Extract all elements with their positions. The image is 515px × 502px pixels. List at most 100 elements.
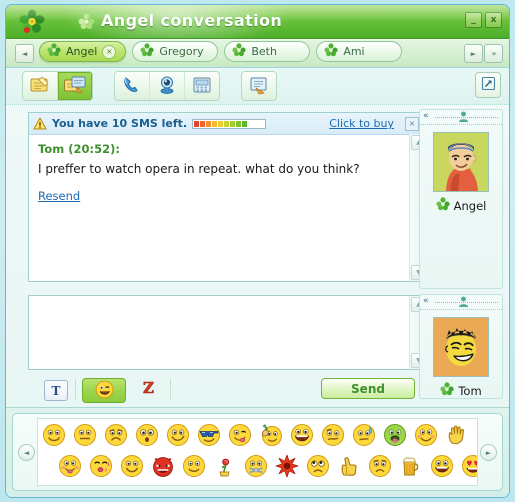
zoom-letter-button[interactable]: Z — [136, 379, 162, 400]
message-input-pane[interactable]: ▲ ▼ — [28, 295, 426, 370]
contact-card-angel: « Angel — [419, 109, 503, 289]
window-title: Angel conversation — [101, 11, 283, 30]
tab-ami[interactable]: Ami — [316, 41, 403, 62]
tab-scroll-left-button[interactable]: ◄ — [15, 44, 34, 63]
emoticon-zipped-mouth[interactable] — [240, 451, 271, 480]
tab-angel[interactable]: Angel × — [39, 41, 127, 62]
emoticon-sweat[interactable] — [348, 420, 379, 449]
emoticon-waving-hand[interactable] — [441, 420, 472, 449]
message-input-value — [29, 296, 30, 297]
emoticon-devil[interactable] — [147, 451, 178, 480]
tab-label: Gregory — [159, 45, 204, 58]
contact-card-header: « — [420, 110, 502, 125]
emoticon-big-grin[interactable] — [426, 451, 457, 480]
collapse-icon[interactable]: « — [423, 112, 429, 121]
phone-icon — [122, 75, 142, 98]
person-icon — [458, 296, 469, 308]
emoticon-worried[interactable] — [364, 451, 395, 480]
emoticon-sick-green[interactable] — [379, 420, 410, 449]
message-sender: Tom (20:52): — [38, 142, 120, 156]
emoticon-laugh[interactable] — [286, 420, 317, 449]
message-text: I preffer to watch opera in repeat. what… — [38, 162, 360, 176]
send-sms-button[interactable] — [185, 72, 219, 100]
resend-link[interactable]: Resend — [38, 189, 80, 203]
emoticon-tongue-wink[interactable] — [224, 420, 255, 449]
toolbar-group-history — [241, 71, 277, 101]
emoticon-grid — [37, 418, 478, 486]
sms-bar-close-icon[interactable]: × — [405, 116, 419, 131]
emoticon-explosion[interactable] — [271, 451, 302, 480]
icq-chat-window: Angel conversation _ x ◄ Angel × Gregory… — [0, 0, 515, 502]
contact-name: Angel — [453, 198, 487, 213]
window-frame: Angel conversation _ x ◄ Angel × Gregory… — [5, 4, 510, 498]
emoticon-surprised[interactable] — [131, 420, 162, 449]
emoticon-row-1 — [38, 419, 477, 450]
emoticon-sunglasses[interactable] — [193, 420, 224, 449]
click-to-buy-link[interactable]: Click to buy — [329, 117, 394, 130]
emoticon-heart-eyes[interactable] — [457, 451, 477, 480]
flower-icon — [436, 197, 450, 214]
tab-strip: ◄ Angel × Gregory Beth Ami ► » — [6, 39, 509, 68]
message-history-pane: You have 10 SMS left. Click to buy × Tom… — [28, 112, 426, 282]
emoticon-simple-smile[interactable] — [178, 451, 209, 480]
close-button[interactable]: x — [485, 12, 502, 28]
send-file-button[interactable] — [23, 72, 58, 100]
emoticon-panel: ◄ ► — [6, 407, 509, 497]
emoticon-blush-smile[interactable] — [410, 420, 441, 449]
emoticon-beer-mug[interactable] — [395, 451, 426, 480]
avatar-angel[interactable] — [433, 132, 489, 192]
sms-progress-meter — [192, 118, 267, 129]
close-icon: x — [490, 14, 497, 25]
avatar-tom[interactable] — [433, 317, 489, 377]
minimize-button[interactable]: _ — [465, 12, 482, 28]
emoticon-kissing[interactable] — [85, 451, 116, 480]
emoticon-neutral[interactable] — [69, 420, 100, 449]
person-icon — [458, 111, 469, 123]
emoticon-rose-flower[interactable] — [209, 451, 240, 480]
history-button[interactable] — [242, 72, 276, 100]
conversation-body: You have 10 SMS left. Click to buy × Tom… — [6, 105, 509, 408]
title-bar: Angel conversation _ x — [6, 5, 509, 39]
video-call-button[interactable] — [150, 72, 185, 100]
emoticon-thumbs-up[interactable] — [333, 451, 364, 480]
emoticon-panel-inner: ◄ ► — [12, 413, 503, 491]
emoticon-thinking-hand[interactable] — [255, 420, 286, 449]
tab-close-icon[interactable]: × — [102, 44, 117, 59]
emoticon-unsure[interactable] — [317, 420, 348, 449]
tab-gregory[interactable]: Gregory — [132, 41, 219, 62]
send-button[interactable]: Send — [321, 378, 415, 399]
composer-action-row: T Z Send — [6, 377, 509, 405]
flower-icon — [324, 43, 338, 60]
icq-flower-logo-icon — [19, 9, 45, 35]
expand-panel-button[interactable] — [475, 72, 501, 98]
smiley-wink-icon — [95, 380, 114, 402]
window-controls: _ x — [465, 12, 502, 28]
tab-label: Ami — [343, 45, 365, 58]
send-contacts-button[interactable] — [58, 72, 92, 100]
webcam-icon — [157, 75, 177, 98]
notes-stack-icon — [63, 75, 87, 98]
emoticon-grin[interactable] — [162, 420, 193, 449]
flower-icon — [47, 43, 61, 60]
tab-list: Angel × Gregory Beth Ami — [39, 41, 461, 67]
toolbar-group-files — [22, 71, 93, 101]
emoticon-happy[interactable] — [116, 451, 147, 480]
text-format-button[interactable]: T — [44, 380, 68, 401]
emoticon-sad-eyes[interactable] — [302, 451, 333, 480]
warning-triangle-icon — [33, 117, 47, 130]
emoticon-blush-tongue[interactable] — [54, 451, 85, 480]
emoticon-toggle-button[interactable] — [82, 378, 126, 403]
contact-card-header: « — [420, 295, 502, 310]
flower-icon — [78, 13, 95, 30]
emoticon-frown[interactable] — [100, 420, 131, 449]
tab-overflow-button[interactable]: » — [484, 44, 503, 63]
emoticon-smile[interactable] — [38, 420, 69, 449]
emoticon-next-button[interactable]: ► — [480, 444, 497, 461]
tab-scroll-right-button[interactable]: ► — [464, 44, 483, 63]
tab-beth[interactable]: Beth — [224, 41, 311, 62]
action-toolbar — [6, 68, 509, 105]
voice-call-button[interactable] — [115, 72, 150, 100]
emoticon-prev-button[interactable]: ◄ — [18, 444, 35, 461]
tab-label: Beth — [251, 45, 277, 58]
collapse-icon[interactable]: « — [423, 297, 429, 306]
